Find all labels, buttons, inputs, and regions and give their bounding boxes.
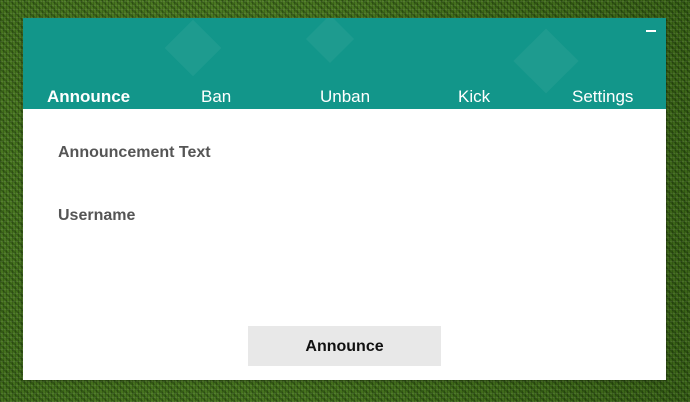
minimize-icon bbox=[646, 30, 656, 32]
username-label: Username bbox=[58, 207, 136, 224]
announcement-text-label: Announcement Text bbox=[58, 144, 211, 161]
username-input[interactable] bbox=[233, 204, 637, 230]
header-decoration bbox=[513, 28, 579, 94]
header-decoration bbox=[164, 19, 222, 77]
announcement-text-input[interactable] bbox=[233, 141, 637, 167]
header-decoration bbox=[305, 18, 355, 64]
tab-ban[interactable]: Ban bbox=[201, 86, 231, 108]
admin-panel-window: Announce Ban Unban Kick Settings Announc… bbox=[23, 18, 666, 380]
panel-header: Announce Ban Unban Kick Settings bbox=[23, 18, 666, 109]
tab-announce[interactable]: Announce bbox=[47, 86, 130, 108]
minimize-button[interactable] bbox=[644, 22, 658, 38]
announce-button[interactable]: Announce bbox=[248, 326, 441, 366]
tab-kick[interactable]: Kick bbox=[458, 86, 490, 108]
tab-unban[interactable]: Unban bbox=[320, 86, 370, 108]
tab-settings[interactable]: Settings bbox=[572, 86, 633, 108]
